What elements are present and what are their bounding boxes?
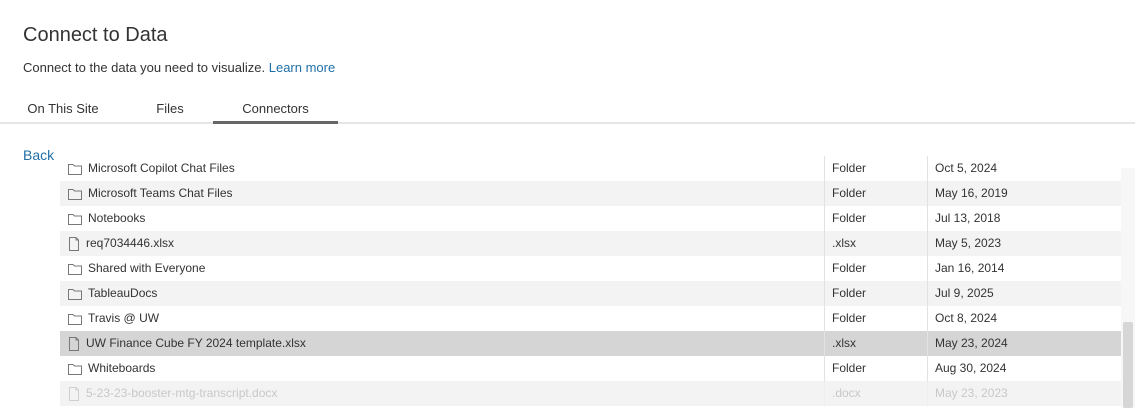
file-row[interactable]: Travis @ UW Folder Oct 8, 2024 [60, 306, 1121, 331]
file-date: May 23, 2024 [927, 331, 1121, 356]
file-name-cell: req7034446.xlsx [68, 231, 174, 256]
file-row[interactable]: Shared with Everyone Folder Jan 16, 2014 [60, 256, 1121, 281]
file-row[interactable]: Whiteboards Folder Aug 30, 2024 [60, 356, 1121, 381]
file-date: Jul 13, 2018 [927, 206, 1121, 231]
file-name-cell: 5-23-23-booster-mtg-transcript.docx [68, 381, 277, 406]
file-type: Folder [824, 356, 927, 381]
file-name: 5-23-23-booster-mtg-transcript.docx [86, 386, 278, 400]
page-subtitle: Connect to the data you need to visualiz… [23, 60, 335, 75]
tab-connectors[interactable]: Connectors [213, 98, 338, 124]
scrollbar-thumb[interactable] [1123, 322, 1133, 408]
folder-icon [68, 363, 88, 375]
page-title: Connect to Data [23, 24, 168, 46]
file-name-cell: Microsoft Teams Chat Files [68, 181, 233, 206]
file-name: TableauDocs [88, 286, 158, 300]
learn-more-link[interactable]: Learn more [269, 60, 335, 75]
back-link[interactable]: Back [23, 147, 54, 163]
file-date: Aug 30, 2024 [927, 356, 1121, 381]
file-name-cell: TableauDocs [68, 281, 157, 306]
file-name: UW Finance Cube FY 2024 template.xlsx [86, 336, 306, 350]
file-name-cell: Notebooks [68, 206, 145, 231]
file-type: Folder [824, 306, 927, 331]
folder-icon [68, 213, 88, 225]
file-name-cell: Travis @ UW [68, 306, 159, 331]
file-name: Microsoft Teams Chat Files [88, 186, 233, 200]
file-row[interactable]: TableauDocs Folder Jul 9, 2025 [60, 281, 1121, 306]
file-name: Whiteboards [88, 361, 156, 375]
tab-files[interactable]: Files [127, 98, 213, 124]
file-icon [68, 386, 86, 401]
file-name: Travis @ UW [88, 311, 160, 325]
folder-icon [68, 263, 88, 275]
file-row[interactable]: Notebooks Folder Jul 13, 2018 [60, 206, 1121, 231]
file-type: Folder [824, 181, 927, 206]
file-date: Jul 9, 2025 [927, 281, 1121, 306]
file-row[interactable]: 5-23-23-booster-mtg-transcript.docx .docx… [60, 381, 1121, 406]
file-name-cell: Whiteboards [68, 356, 155, 381]
scrollbar[interactable] [1121, 168, 1135, 408]
file-row[interactable]: req7034446.xlsx .xlsx May 5, 2023 [60, 231, 1121, 256]
file-type: .xlsx [824, 331, 927, 356]
file-icon [68, 336, 86, 351]
tab-bar: On This Site Files Connectors [0, 98, 1135, 124]
file-date: Oct 8, 2024 [927, 306, 1121, 331]
file-type: Folder [824, 156, 927, 181]
file-date: May 23, 2023 [927, 381, 1121, 406]
file-list: Microsoft Copilot Chat Files Folder Oct 5,… [60, 156, 1121, 406]
file-date: Jan 16, 2014 [927, 256, 1121, 281]
folder-icon [68, 313, 88, 325]
file-row[interactable]: Microsoft Copilot Chat Files Folder Oct 5,… [60, 156, 1121, 181]
file-type: Folder [824, 281, 927, 306]
file-name-cell: Shared with Everyone [68, 256, 205, 281]
folder-icon [68, 163, 88, 175]
file-row[interactable]: Microsoft Teams Chat Files Folder May 16, … [60, 181, 1121, 206]
file-type: .xlsx [824, 231, 927, 256]
file-row[interactable]: UW Finance Cube FY 2024 template.xlsx .xl… [60, 331, 1121, 356]
file-icon [68, 236, 86, 251]
tab-on-this-site[interactable]: On This Site [14, 98, 112, 124]
file-type: Folder [824, 206, 927, 231]
file-name: Microsoft Copilot Chat Files [88, 161, 235, 175]
file-date: Oct 5, 2024 [927, 156, 1121, 181]
file-type: .docx [824, 381, 927, 406]
folder-icon [68, 288, 88, 300]
file-name: Shared with Everyone [88, 261, 206, 275]
file-date: May 16, 2019 [927, 181, 1121, 206]
subtitle-text: Connect to the data you need to visualiz… [23, 60, 266, 75]
file-date: May 5, 2023 [927, 231, 1121, 256]
file-name-cell: Microsoft Copilot Chat Files [68, 156, 235, 181]
file-name-cell: UW Finance Cube FY 2024 template.xlsx [68, 331, 306, 356]
file-name: Notebooks [88, 211, 146, 225]
file-type: Folder [824, 256, 927, 281]
file-name: req7034446.xlsx [86, 236, 175, 250]
folder-icon [68, 188, 88, 200]
